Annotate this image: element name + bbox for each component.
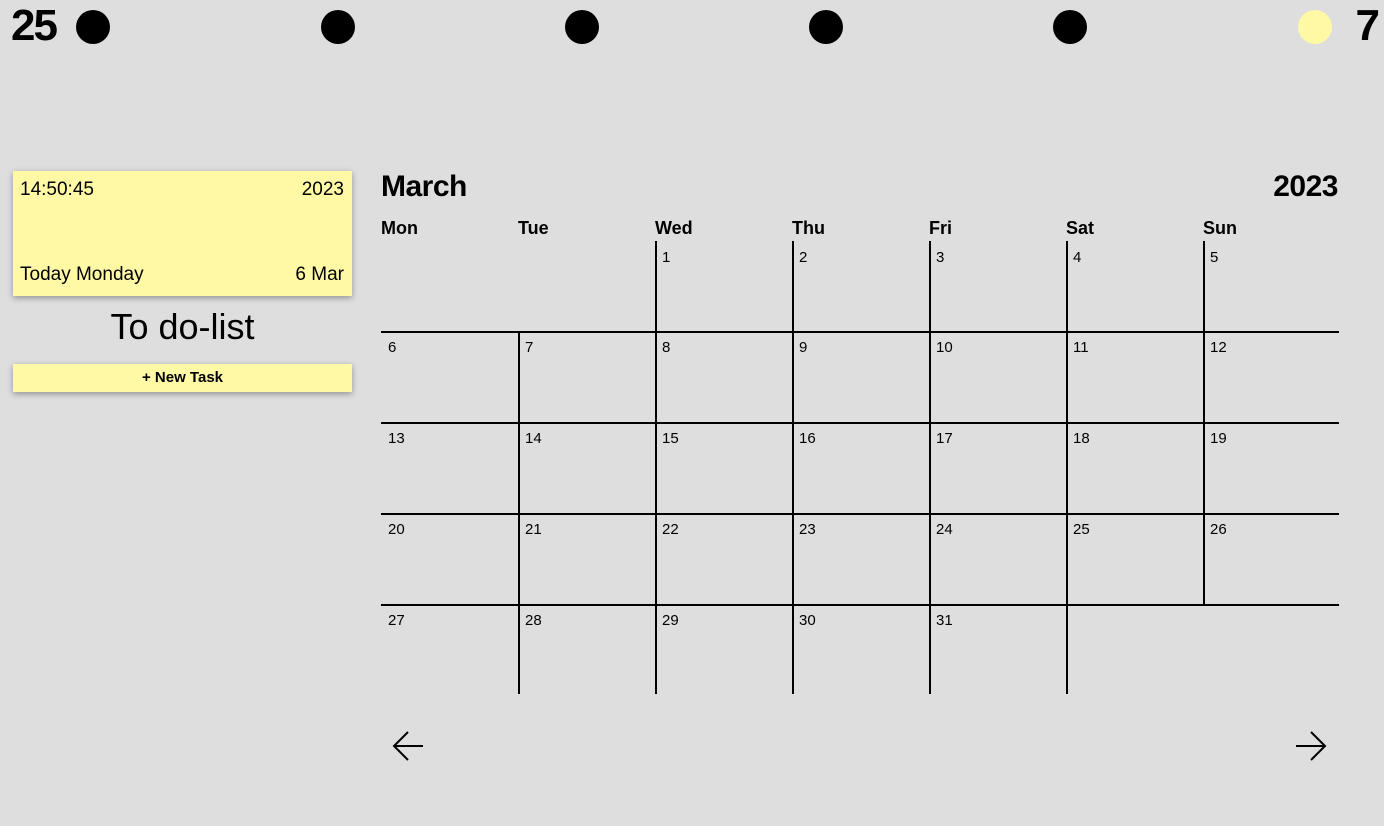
- clock-day-label: Today Monday: [20, 264, 144, 285]
- weekday-header: Sun: [1203, 218, 1237, 238]
- weekday-header: Thu: [792, 218, 825, 238]
- circle-icon: [76, 10, 110, 44]
- day-number: 7: [525, 339, 534, 356]
- circle-icon: [1053, 10, 1087, 44]
- day-cell[interactable]: 25: [1066, 513, 1203, 604]
- day-cell[interactable]: 27: [381, 604, 518, 695]
- day-number: 29: [662, 612, 679, 629]
- day-cell[interactable]: 6: [381, 331, 518, 422]
- day-cell[interactable]: 29: [655, 604, 792, 695]
- day-cell[interactable]: 20: [381, 513, 518, 604]
- day-cell[interactable]: 24: [929, 513, 1066, 604]
- arrow-left-icon: [392, 731, 423, 761]
- circle-icon: [809, 10, 843, 44]
- weekday-header: Fri: [929, 218, 953, 238]
- todo-title: To do-list: [110, 306, 255, 347]
- day-number: 26: [1210, 521, 1227, 538]
- circle-icon: [565, 10, 599, 44]
- day-cell[interactable]: 18: [1066, 422, 1203, 513]
- day-cell[interactable]: 13: [381, 422, 518, 513]
- day-cell[interactable]: 16: [792, 422, 929, 513]
- day-number: 30: [799, 612, 816, 629]
- day-cell[interactable]: 11: [1066, 331, 1203, 422]
- day-number: 2: [799, 249, 808, 266]
- day-cell[interactable]: 22: [655, 513, 792, 604]
- day-cell[interactable]: 28: [518, 604, 655, 695]
- day-number: 11: [1073, 339, 1089, 356]
- day-cell[interactable]: 5: [1203, 241, 1340, 332]
- circle-icon: [321, 10, 355, 44]
- day-number: 17: [936, 430, 953, 447]
- clock-year: 2023: [301, 179, 344, 200]
- day-cell[interactable]: 9: [792, 331, 929, 422]
- day-cell[interactable]: 7: [518, 331, 655, 422]
- day-cell[interactable]: 1: [655, 241, 792, 332]
- day-number: 1: [662, 249, 671, 266]
- day-number: 24: [936, 521, 953, 538]
- day-number: 19: [1210, 430, 1227, 447]
- day-cell[interactable]: 12: [1203, 331, 1340, 422]
- clock-time: 14:50:45: [20, 179, 94, 200]
- day-cell[interactable]: 31: [929, 604, 1066, 695]
- day-number: 21: [525, 521, 542, 538]
- day-cell[interactable]: 23: [792, 513, 929, 604]
- day-number: 31: [936, 612, 953, 629]
- day-cell[interactable]: 30: [792, 604, 929, 695]
- weekday-header: Mon: [381, 218, 418, 238]
- weekday-header: Wed: [655, 218, 693, 238]
- day-number: 8: [662, 339, 671, 356]
- day-number: 5: [1210, 249, 1219, 266]
- day-number: 9: [799, 339, 808, 356]
- arrow-right-icon: [1296, 731, 1327, 761]
- day-number: 28: [525, 612, 542, 629]
- day-number: 20: [388, 521, 405, 538]
- day-cell[interactable]: 14: [518, 422, 655, 513]
- day-number: 15: [662, 430, 679, 447]
- new-task-button[interactable]: + New Task: [13, 364, 352, 392]
- day-number: 16: [799, 430, 816, 447]
- day-number: 10: [936, 339, 953, 356]
- clock-date: 6 Mar: [295, 264, 344, 285]
- day-number: 14: [525, 430, 542, 447]
- day-cell[interactable]: 2: [792, 241, 929, 332]
- day-cell[interactable]: 8: [655, 331, 792, 422]
- day-cell[interactable]: 26: [1203, 513, 1340, 604]
- day-number: 18: [1073, 430, 1090, 447]
- day-cell[interactable]: 3: [929, 241, 1066, 332]
- weekday-header: Tue: [518, 218, 549, 238]
- today-circle-icon: [1298, 10, 1332, 44]
- day-number: 4: [1073, 249, 1082, 266]
- day-number: 22: [662, 521, 679, 538]
- next-month-button[interactable]: [1292, 728, 1328, 764]
- prev-month-button[interactable]: [391, 728, 427, 764]
- week-number-right: 7: [1355, 1, 1381, 50]
- day-number: 13: [388, 430, 405, 447]
- day-cell[interactable]: 15: [655, 422, 792, 513]
- day-cell[interactable]: 17: [929, 422, 1066, 513]
- day-cell[interactable]: 21: [518, 513, 655, 604]
- week-number-left: 25: [11, 1, 58, 50]
- weekday-header: Sat: [1066, 218, 1095, 238]
- day-number: 3: [936, 249, 945, 266]
- day-number: 6: [388, 339, 397, 356]
- day-number: 23: [799, 521, 816, 538]
- day-cell[interactable]: 19: [1203, 422, 1340, 513]
- calendar-month: March: [381, 170, 467, 203]
- clock-card: 14:50:45 2023 Today Monday 6 Mar: [13, 171, 352, 296]
- day-cell[interactable]: 10: [929, 331, 1066, 422]
- day-cell[interactable]: 4: [1066, 241, 1203, 332]
- day-number: 12: [1210, 339, 1227, 356]
- day-number: 27: [388, 612, 405, 629]
- day-number: 25: [1073, 521, 1090, 538]
- calendar-year: 2023: [1273, 170, 1338, 203]
- grid-line: [1066, 604, 1068, 694]
